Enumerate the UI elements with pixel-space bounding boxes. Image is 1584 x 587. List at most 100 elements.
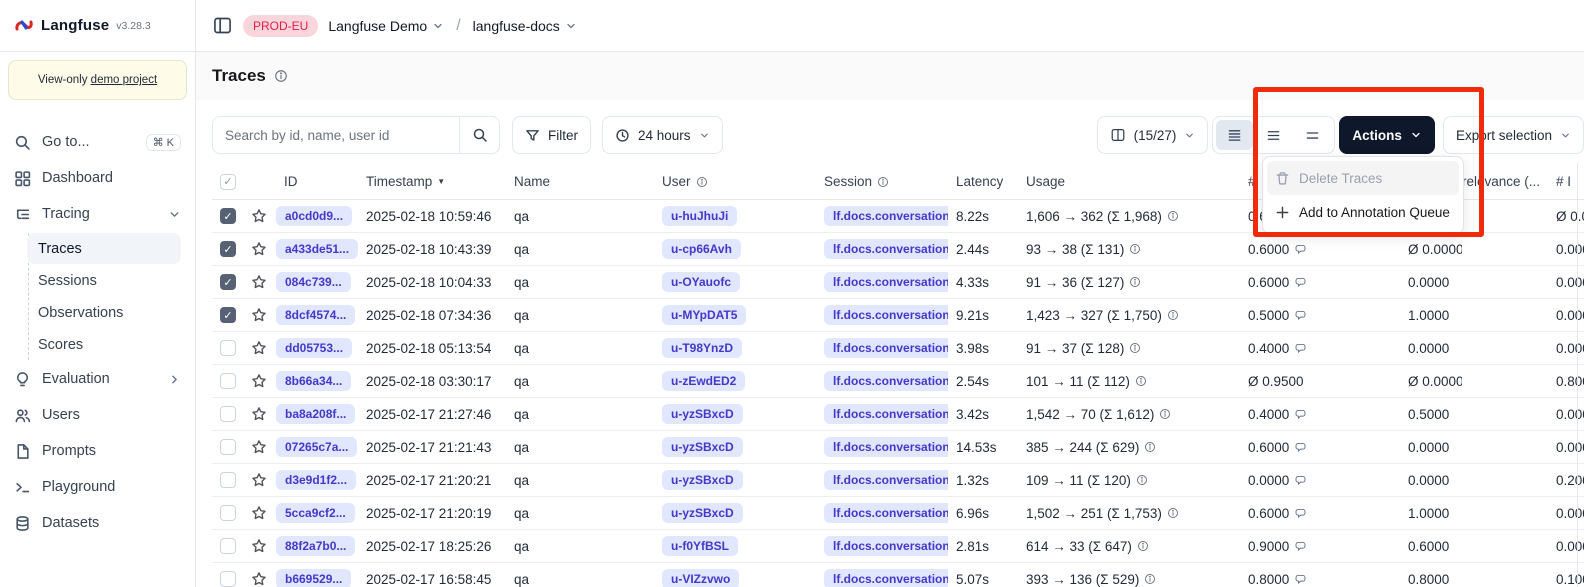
trace-id-badge[interactable]: dd05753... <box>276 338 352 358</box>
row-checkbox[interactable] <box>220 439 236 455</box>
user-badge[interactable]: u-yzSBxcD <box>662 404 743 424</box>
info-icon <box>1129 342 1141 354</box>
user-badge[interactable]: u-huJhuJi <box>662 206 737 226</box>
trace-id-badge[interactable]: 8b66a34... <box>276 371 351 391</box>
trace-id-badge[interactable]: 8dcf4574... <box>276 305 355 325</box>
row-checkbox[interactable] <box>220 307 236 323</box>
sidebar-item-tracing[interactable]: Tracing <box>0 196 195 232</box>
user-badge[interactable]: u-OYauofc <box>662 272 740 292</box>
menu-item-delete-traces[interactable]: Delete Traces <box>1267 161 1459 195</box>
sidebar-item-sessions[interactable]: Sessions <box>27 265 181 296</box>
panel-left-icon[interactable] <box>212 15 233 36</box>
sidebar-item-playground[interactable]: Playground <box>0 469 195 505</box>
export-selection-button[interactable]: Export selection <box>1443 116 1584 154</box>
session-badge[interactable]: lf.docs.conversation... <box>824 272 948 292</box>
session-badge[interactable]: lf.docs.conversation... <box>824 437 948 457</box>
session-badge[interactable]: lf.docs.conversation... <box>824 569 948 587</box>
trace-id-badge[interactable]: 084c739... <box>276 272 351 292</box>
sidebar-item-traces[interactable]: Traces <box>27 233 181 264</box>
menu-item-add-to-annotation-queue[interactable]: Add to Annotation Queue <box>1267 195 1459 229</box>
column-header-last[interactable]: # I <box>1548 174 1584 189</box>
session-badge[interactable]: lf.docs.conversation... <box>824 206 948 226</box>
session-badge[interactable]: lf.docs.conversation... <box>824 371 948 391</box>
column-header-name[interactable]: Name <box>504 174 652 189</box>
trace-id-badge[interactable]: a433de51... <box>276 239 358 259</box>
star-icon[interactable] <box>251 571 267 587</box>
row-checkbox[interactable] <box>220 472 236 488</box>
column-header-user[interactable]: User <box>652 174 814 189</box>
row-checkbox[interactable] <box>220 505 236 521</box>
star-icon[interactable] <box>251 505 267 521</box>
row-checkbox[interactable] <box>220 406 236 422</box>
row-checkbox[interactable] <box>220 373 236 389</box>
sidebar-item-users[interactable]: Users <box>0 397 195 433</box>
trace-id-badge[interactable]: 5cca9cf2... <box>276 503 355 523</box>
user-badge[interactable]: u-MYpDAT5 <box>662 305 746 325</box>
search-box <box>212 116 500 154</box>
trace-id-badge[interactable]: 07265c7a... <box>276 437 357 457</box>
sidebar-item-datasets[interactable]: Datasets <box>0 505 195 541</box>
column-header-session[interactable]: Session <box>814 174 948 189</box>
sidebar-item-observations[interactable]: Observations <box>27 297 181 328</box>
search-input[interactable] <box>213 117 459 153</box>
sidebar-item-goto[interactable]: Go to... ⌘ K <box>0 124 195 160</box>
sidebar-item-scores[interactable]: Scores <box>27 329 181 360</box>
row-checkbox[interactable] <box>220 571 236 587</box>
trace-id-badge[interactable]: d3e9d1f2... <box>276 470 356 490</box>
star-icon[interactable] <box>251 340 267 356</box>
row-checkbox[interactable] <box>220 208 236 224</box>
column-header-id[interactable]: ID <box>274 174 358 189</box>
row-height-small-button[interactable] <box>1216 120 1253 150</box>
filter-button[interactable]: Filter <box>512 116 591 154</box>
star-icon[interactable] <box>251 274 267 290</box>
trace-id-badge[interactable]: 88f2a7b0... <box>276 536 355 556</box>
row-checkbox[interactable] <box>220 241 236 257</box>
star-icon[interactable] <box>251 208 267 224</box>
row-checkbox[interactable] <box>220 274 236 290</box>
trace-id-badge[interactable]: ba8a208f... <box>276 404 355 424</box>
time-range-button[interactable]: 24 hours <box>602 116 723 154</box>
column-header-relevance[interactable]: relevance (... <box>1462 174 1548 189</box>
column-header-usage[interactable]: Usage <box>1016 174 1236 189</box>
row-checkbox[interactable] <box>220 340 236 356</box>
project-switcher[interactable]: langfuse-docs <box>473 18 577 34</box>
user-badge[interactable]: u-yzSBxcD <box>662 437 743 457</box>
star-icon[interactable] <box>251 472 267 488</box>
star-icon[interactable] <box>251 406 267 422</box>
column-header-latency[interactable]: Latency <box>948 174 1016 189</box>
user-badge[interactable]: u-cp66Avh <box>662 239 741 259</box>
session-badge[interactable]: lf.docs.conversation... <box>824 338 948 358</box>
sidebar-item-evaluation[interactable]: Evaluation <box>0 361 195 397</box>
select-all-checkbox[interactable] <box>220 174 236 190</box>
column-header-timestamp[interactable]: Timestamp▼ <box>358 174 504 189</box>
star-icon[interactable] <box>251 373 267 389</box>
trace-id-badge[interactable]: a0cd0d9... <box>276 206 352 226</box>
session-badge[interactable]: lf.docs.conversation... <box>824 503 948 523</box>
org-switcher[interactable]: Langfuse Demo <box>328 18 444 34</box>
session-badge[interactable]: lf.docs.conversation... <box>824 239 948 259</box>
actions-button[interactable]: Actions <box>1339 116 1435 154</box>
star-icon[interactable] <box>251 538 267 554</box>
user-badge[interactable]: u-f0YfBSL <box>662 536 738 556</box>
user-badge[interactable]: u-yzSBxcD <box>662 503 743 523</box>
star-icon[interactable] <box>251 241 267 257</box>
session-badge[interactable]: lf.docs.conversation... <box>824 305 948 325</box>
sidebar-item-prompts[interactable]: Prompts <box>0 433 195 469</box>
user-badge[interactable]: u-yzSBxcD <box>662 470 743 490</box>
row-height-large-button[interactable] <box>1294 120 1331 150</box>
user-badge[interactable]: u-T98YnzD <box>662 338 742 358</box>
column-visibility-button[interactable]: (15/27) <box>1097 116 1209 154</box>
row-checkbox[interactable] <box>220 538 236 554</box>
trace-id-badge[interactable]: b669529... <box>276 569 351 587</box>
session-badge[interactable]: lf.docs.conversation... <box>824 470 948 490</box>
session-badge[interactable]: lf.docs.conversation... <box>824 536 948 556</box>
row-height-medium-button[interactable] <box>1255 120 1292 150</box>
demo-project-link[interactable]: demo project <box>91 74 157 86</box>
user-badge[interactable]: u-zEwdED2 <box>662 371 745 391</box>
star-icon[interactable] <box>251 439 267 455</box>
session-badge[interactable]: lf.docs.conversation... <box>824 404 948 424</box>
sidebar-item-dashboard[interactable]: Dashboard <box>0 160 195 196</box>
search-submit-button[interactable] <box>459 117 499 153</box>
star-icon[interactable] <box>251 307 267 323</box>
user-badge[interactable]: u-VIZzvwo <box>662 569 739 587</box>
